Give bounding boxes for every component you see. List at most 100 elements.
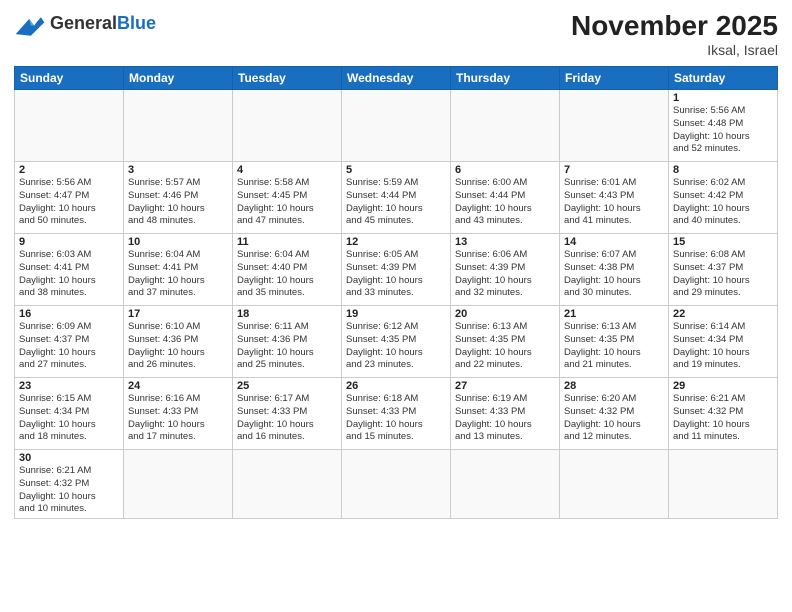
day-number: 22 xyxy=(673,308,773,320)
day-info: Sunrise: 6:16 AM Sunset: 4:33 PM Dayligh… xyxy=(128,393,228,444)
day-info: Sunrise: 6:01 AM Sunset: 4:43 PM Dayligh… xyxy=(564,177,664,228)
header-thursday: Thursday xyxy=(451,67,560,90)
day-info: Sunrise: 6:04 AM Sunset: 4:40 PM Dayligh… xyxy=(237,249,337,300)
table-row xyxy=(669,450,778,519)
day-info: Sunrise: 5:56 AM Sunset: 4:48 PM Dayligh… xyxy=(673,105,773,156)
table-row xyxy=(342,90,451,162)
table-row: 16Sunrise: 6:09 AM Sunset: 4:37 PM Dayli… xyxy=(15,306,124,378)
table-row: 10Sunrise: 6:04 AM Sunset: 4:41 PM Dayli… xyxy=(124,234,233,306)
table-row: 1Sunrise: 5:56 AM Sunset: 4:48 PM Daylig… xyxy=(669,90,778,162)
day-number: 29 xyxy=(673,380,773,392)
table-row: 17Sunrise: 6:10 AM Sunset: 4:36 PM Dayli… xyxy=(124,306,233,378)
day-number: 9 xyxy=(19,236,119,248)
day-number: 24 xyxy=(128,380,228,392)
day-info: Sunrise: 6:13 AM Sunset: 4:35 PM Dayligh… xyxy=(564,321,664,372)
logo-general: General xyxy=(50,13,117,33)
day-info: Sunrise: 5:58 AM Sunset: 4:45 PM Dayligh… xyxy=(237,177,337,228)
month-title: November 2025 xyxy=(571,10,778,42)
table-row: 6Sunrise: 6:00 AM Sunset: 4:44 PM Daylig… xyxy=(451,162,560,234)
table-row xyxy=(233,450,342,519)
table-row: 22Sunrise: 6:14 AM Sunset: 4:34 PM Dayli… xyxy=(669,306,778,378)
table-row xyxy=(124,90,233,162)
header-wednesday: Wednesday xyxy=(342,67,451,90)
day-number: 6 xyxy=(455,164,555,176)
day-number: 26 xyxy=(346,380,446,392)
table-row xyxy=(560,90,669,162)
day-info: Sunrise: 6:21 AM Sunset: 4:32 PM Dayligh… xyxy=(19,465,119,516)
day-info: Sunrise: 6:00 AM Sunset: 4:44 PM Dayligh… xyxy=(455,177,555,228)
day-number: 28 xyxy=(564,380,664,392)
day-number: 17 xyxy=(128,308,228,320)
day-number: 16 xyxy=(19,308,119,320)
day-info: Sunrise: 5:57 AM Sunset: 4:46 PM Dayligh… xyxy=(128,177,228,228)
table-row xyxy=(342,450,451,519)
day-info: Sunrise: 6:02 AM Sunset: 4:42 PM Dayligh… xyxy=(673,177,773,228)
table-row: 5Sunrise: 5:59 AM Sunset: 4:44 PM Daylig… xyxy=(342,162,451,234)
table-row xyxy=(124,450,233,519)
logo: GeneralBlue xyxy=(14,10,156,38)
table-row: 4Sunrise: 5:58 AM Sunset: 4:45 PM Daylig… xyxy=(233,162,342,234)
table-row: 27Sunrise: 6:19 AM Sunset: 4:33 PM Dayli… xyxy=(451,378,560,450)
table-row: 23Sunrise: 6:15 AM Sunset: 4:34 PM Dayli… xyxy=(15,378,124,450)
table-row: 18Sunrise: 6:11 AM Sunset: 4:36 PM Dayli… xyxy=(233,306,342,378)
table-row: 8Sunrise: 6:02 AM Sunset: 4:42 PM Daylig… xyxy=(669,162,778,234)
day-number: 15 xyxy=(673,236,773,248)
day-info: Sunrise: 6:09 AM Sunset: 4:37 PM Dayligh… xyxy=(19,321,119,372)
weekday-header-row: Sunday Monday Tuesday Wednesday Thursday… xyxy=(15,67,778,90)
header-tuesday: Tuesday xyxy=(233,67,342,90)
table-row: 9Sunrise: 6:03 AM Sunset: 4:41 PM Daylig… xyxy=(15,234,124,306)
header-sunday: Sunday xyxy=(15,67,124,90)
day-number: 4 xyxy=(237,164,337,176)
day-info: Sunrise: 6:18 AM Sunset: 4:33 PM Dayligh… xyxy=(346,393,446,444)
day-number: 21 xyxy=(564,308,664,320)
table-row xyxy=(451,450,560,519)
table-row: 21Sunrise: 6:13 AM Sunset: 4:35 PM Dayli… xyxy=(560,306,669,378)
table-row: 3Sunrise: 5:57 AM Sunset: 4:46 PM Daylig… xyxy=(124,162,233,234)
table-row: 12Sunrise: 6:05 AM Sunset: 4:39 PM Dayli… xyxy=(342,234,451,306)
table-row: 28Sunrise: 6:20 AM Sunset: 4:32 PM Dayli… xyxy=(560,378,669,450)
day-info: Sunrise: 6:14 AM Sunset: 4:34 PM Dayligh… xyxy=(673,321,773,372)
day-info: Sunrise: 6:20 AM Sunset: 4:32 PM Dayligh… xyxy=(564,393,664,444)
day-info: Sunrise: 6:21 AM Sunset: 4:32 PM Dayligh… xyxy=(673,393,773,444)
day-info: Sunrise: 6:10 AM Sunset: 4:36 PM Dayligh… xyxy=(128,321,228,372)
table-row: 2Sunrise: 5:56 AM Sunset: 4:47 PM Daylig… xyxy=(15,162,124,234)
day-info: Sunrise: 6:15 AM Sunset: 4:34 PM Dayligh… xyxy=(19,393,119,444)
table-row: 26Sunrise: 6:18 AM Sunset: 4:33 PM Dayli… xyxy=(342,378,451,450)
page-header: GeneralBlue November 2025 Iksal, Israel xyxy=(14,10,778,58)
day-info: Sunrise: 6:07 AM Sunset: 4:38 PM Dayligh… xyxy=(564,249,664,300)
day-number: 13 xyxy=(455,236,555,248)
table-row: 19Sunrise: 6:12 AM Sunset: 4:35 PM Dayli… xyxy=(342,306,451,378)
day-number: 19 xyxy=(346,308,446,320)
day-number: 8 xyxy=(673,164,773,176)
day-info: Sunrise: 5:59 AM Sunset: 4:44 PM Dayligh… xyxy=(346,177,446,228)
day-info: Sunrise: 6:06 AM Sunset: 4:39 PM Dayligh… xyxy=(455,249,555,300)
day-info: Sunrise: 6:04 AM Sunset: 4:41 PM Dayligh… xyxy=(128,249,228,300)
day-number: 2 xyxy=(19,164,119,176)
day-info: Sunrise: 5:56 AM Sunset: 4:47 PM Dayligh… xyxy=(19,177,119,228)
day-info: Sunrise: 6:11 AM Sunset: 4:36 PM Dayligh… xyxy=(237,321,337,372)
logo-icon xyxy=(14,10,46,38)
day-number: 3 xyxy=(128,164,228,176)
title-block: November 2025 Iksal, Israel xyxy=(571,10,778,58)
table-row: 30Sunrise: 6:21 AM Sunset: 4:32 PM Dayli… xyxy=(15,450,124,519)
table-row: 7Sunrise: 6:01 AM Sunset: 4:43 PM Daylig… xyxy=(560,162,669,234)
table-row: 13Sunrise: 6:06 AM Sunset: 4:39 PM Dayli… xyxy=(451,234,560,306)
day-info: Sunrise: 6:05 AM Sunset: 4:39 PM Dayligh… xyxy=(346,249,446,300)
calendar-table: Sunday Monday Tuesday Wednesday Thursday… xyxy=(14,66,778,519)
table-row xyxy=(451,90,560,162)
table-row xyxy=(560,450,669,519)
table-row: 11Sunrise: 6:04 AM Sunset: 4:40 PM Dayli… xyxy=(233,234,342,306)
table-row: 29Sunrise: 6:21 AM Sunset: 4:32 PM Dayli… xyxy=(669,378,778,450)
day-info: Sunrise: 6:13 AM Sunset: 4:35 PM Dayligh… xyxy=(455,321,555,372)
table-row: 15Sunrise: 6:08 AM Sunset: 4:37 PM Dayli… xyxy=(669,234,778,306)
day-number: 12 xyxy=(346,236,446,248)
day-number: 10 xyxy=(128,236,228,248)
header-saturday: Saturday xyxy=(669,67,778,90)
day-info: Sunrise: 6:08 AM Sunset: 4:37 PM Dayligh… xyxy=(673,249,773,300)
table-row xyxy=(15,90,124,162)
day-info: Sunrise: 6:17 AM Sunset: 4:33 PM Dayligh… xyxy=(237,393,337,444)
day-number: 30 xyxy=(19,452,119,464)
logo-blue: Blue xyxy=(117,13,156,33)
table-row: 20Sunrise: 6:13 AM Sunset: 4:35 PM Dayli… xyxy=(451,306,560,378)
table-row xyxy=(233,90,342,162)
